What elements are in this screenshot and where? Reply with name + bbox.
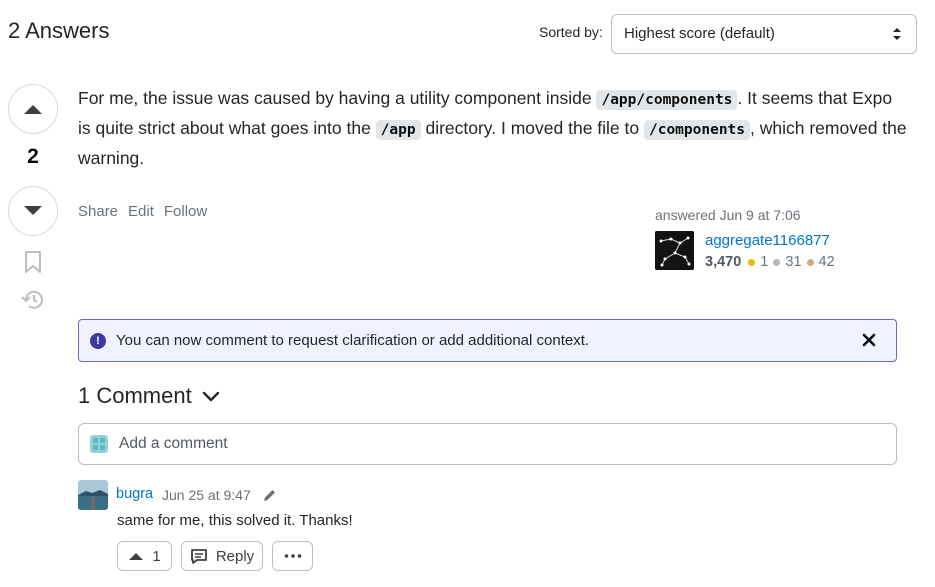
pier-landscape-avatar-icon (78, 480, 108, 510)
gold-badge-count: 1 (760, 254, 769, 270)
sort-label: Sorted by: (539, 24, 603, 40)
answered-timestamp: answered Jun 9 at 7:06 (655, 207, 801, 223)
chevron-down-icon (202, 391, 219, 402)
answer-text: For me, the issue was caused by having a… (78, 88, 597, 108)
comment-more-button[interactable] (272, 541, 313, 571)
arrow-up-icon (129, 553, 144, 560)
comment-notice: ! You can now comment to request clarifi… (78, 319, 897, 362)
user-avatar[interactable] (655, 231, 694, 270)
reputation-score: 3,470 (705, 254, 742, 270)
close-icon[interactable] (860, 331, 878, 349)
comments-count: 1 Comment (78, 383, 192, 408)
bookmark-icon[interactable] (22, 250, 44, 274)
reply-label: Reply (215, 547, 255, 565)
inline-code: /components (643, 120, 751, 140)
notice-text: You can now comment to request clarifica… (116, 332, 590, 349)
answer-body: For me, the issue was caused by having a… (78, 84, 908, 172)
post-menu: Share Edit Follow (78, 203, 207, 220)
add-comment-input[interactable]: Add a comment (78, 423, 897, 465)
upvote-button[interactable] (8, 84, 58, 134)
comments-toggle[interactable]: 1 Comment (78, 383, 220, 409)
comment-user-link[interactable]: bugra (116, 486, 153, 502)
downvote-button[interactable] (8, 186, 58, 236)
pencil-icon[interactable] (262, 488, 277, 503)
history-icon[interactable] (20, 288, 46, 312)
inline-code: /app (375, 120, 421, 140)
comment-user-avatar[interactable] (78, 480, 108, 510)
vote-count: 2 (27, 145, 39, 168)
bronze-badge-count: 42 (818, 254, 835, 270)
comment-text: same for me, this solved it. Thanks! (117, 512, 353, 529)
silver-badge-count: 31 (785, 254, 802, 270)
comment-upvote-count: 1 (152, 547, 161, 565)
constellation-avatar-icon (655, 231, 694, 270)
arrow-down-icon (24, 206, 42, 215)
comment-avatar-icon (90, 435, 108, 453)
sort-select-value: Highest score (default) (624, 25, 775, 42)
bronze-badge-icon (806, 258, 814, 266)
answer-text: directory. I moved the file to (420, 118, 644, 138)
answers-count-title: 2 Answers (8, 18, 110, 43)
inline-code: /app/components (596, 90, 738, 110)
comment-upvote-button[interactable]: 1 (117, 541, 172, 571)
comment-date: Jun 25 at 9:47 (162, 487, 251, 503)
comment-reply-button[interactable]: Reply (181, 541, 263, 571)
share-link[interactable]: Share (78, 203, 118, 220)
info-icon: ! (90, 333, 106, 349)
reply-icon (190, 548, 207, 564)
user-stats: 3,470 1 31 42 (705, 254, 835, 270)
follow-link[interactable]: Follow (164, 203, 207, 220)
sort-arrows-icon (893, 28, 901, 40)
silver-badge-icon (773, 258, 781, 266)
user-name-link[interactable]: aggregate1166877 (705, 232, 830, 249)
more-icon (284, 554, 301, 558)
add-comment-placeholder: Add a comment (119, 435, 228, 452)
edit-link[interactable]: Edit (128, 203, 154, 220)
gold-badge-icon (748, 258, 756, 266)
arrow-up-icon (24, 105, 42, 114)
sort-select[interactable]: Highest score (default) (611, 14, 917, 54)
